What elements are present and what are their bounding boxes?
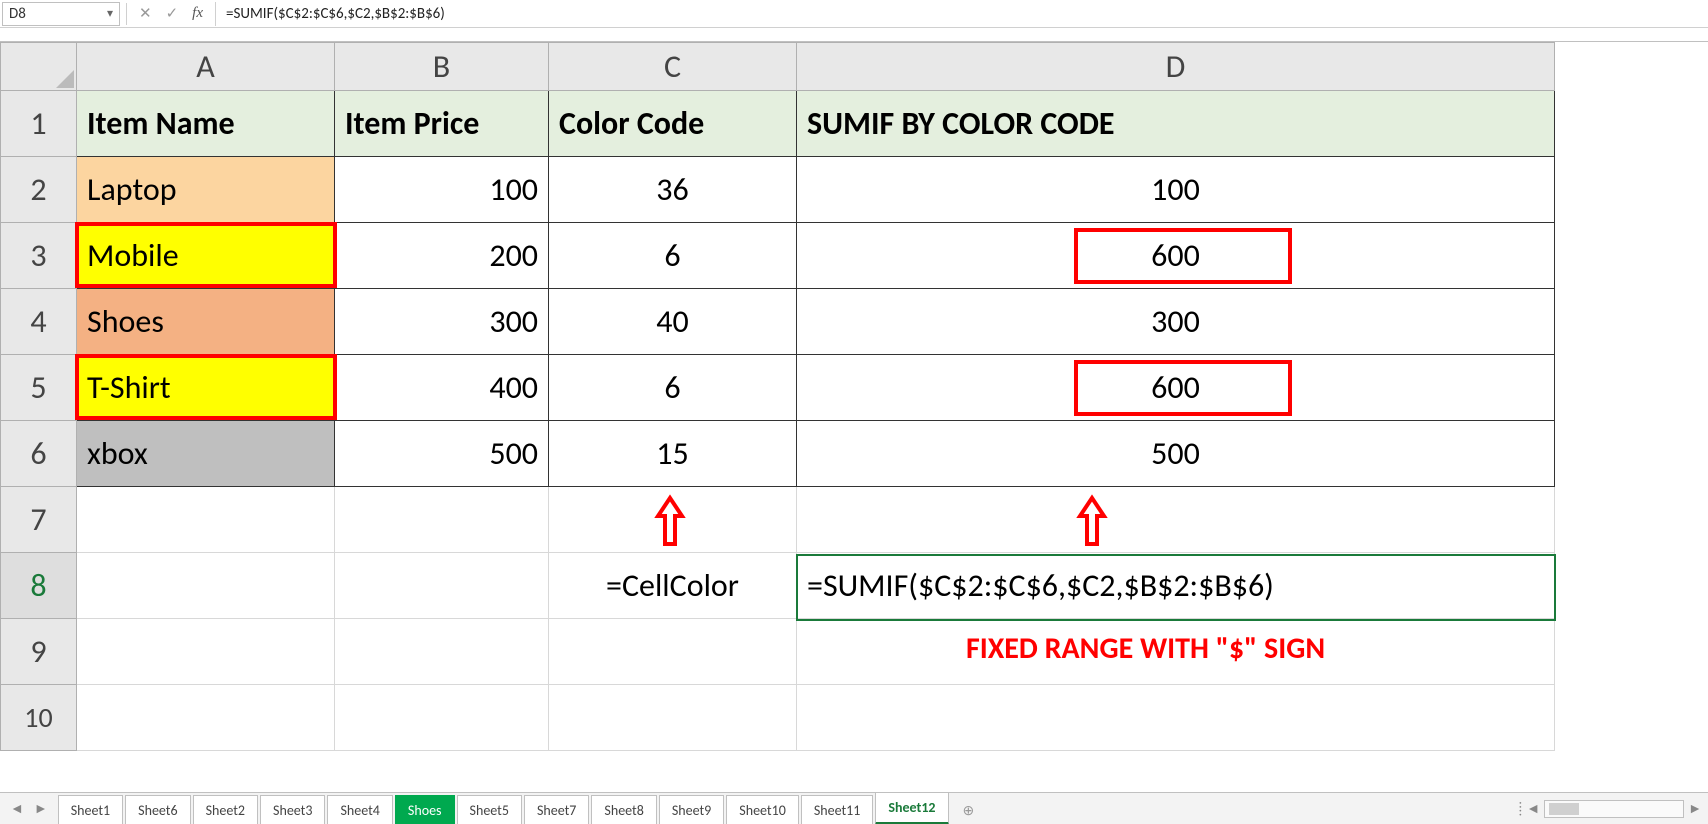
tab-next-icon[interactable]: ► [34, 800, 48, 817]
row-header-1[interactable]: 1 [1, 91, 77, 157]
sheet-tab-sheet11[interactable]: Sheet11 [801, 795, 874, 824]
tab-prev-icon[interactable]: ◄ [10, 800, 24, 817]
cell-c10[interactable] [549, 685, 797, 751]
sheet-tab-sheet8[interactable]: Sheet8 [591, 795, 656, 824]
cell-b2[interactable]: 100 [335, 157, 549, 223]
cell-d2[interactable]: 100 [797, 157, 1555, 223]
cell-b3[interactable]: 200 [335, 223, 549, 289]
cell-c3[interactable]: 6 [549, 223, 797, 289]
col-header-c[interactable]: C [549, 43, 797, 91]
cell-b10[interactable] [335, 685, 549, 751]
formula-bar-buttons: ✕ ✓ fx [133, 4, 209, 23]
cell-c4[interactable]: 40 [549, 289, 797, 355]
sheet-tab-sheet1[interactable]: Sheet1 [58, 795, 123, 824]
row-header-5[interactable]: 5 [1, 355, 77, 421]
sheet-tab-sheet4[interactable]: Sheet4 [327, 795, 392, 824]
cell-c1[interactable]: Color Code [549, 91, 797, 157]
chevron-down-icon[interactable]: ▾ [101, 6, 119, 21]
row-header-9[interactable]: 9 [1, 619, 77, 685]
cell-a5[interactable]: T-Shirt [77, 355, 335, 421]
cell-a1[interactable]: Item Name [77, 91, 335, 157]
cell-a4[interactable]: Shoes [77, 289, 335, 355]
cell-d1[interactable]: SUMIF BY COLOR CODE [797, 91, 1555, 157]
divider [126, 3, 127, 25]
name-box-value: D8 [3, 5, 101, 23]
cell-a3[interactable]: Mobile [77, 223, 335, 289]
cell-a9[interactable] [77, 619, 335, 685]
sheet-tab-sheet3[interactable]: Sheet3 [260, 795, 325, 824]
tab-scroll-area: ⁞ ◄ ► [1513, 793, 1708, 824]
fx-icon[interactable]: fx [192, 5, 203, 22]
sheet-tab-sheet12[interactable]: Sheet12 [875, 793, 948, 824]
cell-d6[interactable]: 500 [797, 421, 1555, 487]
name-box[interactable]: D8 ▾ [2, 2, 120, 26]
cell-d8[interactable]: =SUMIF($C$2:$C$6,$C2,$B$2:$B$6) [797, 553, 1555, 619]
cell-c6[interactable]: 15 [549, 421, 797, 487]
col-header-d[interactable]: D [797, 43, 1555, 91]
cell-c9[interactable] [549, 619, 797, 685]
cell-b5[interactable]: 400 [335, 355, 549, 421]
cell-b4[interactable]: 300 [335, 289, 549, 355]
cell-b6[interactable]: 500 [335, 421, 549, 487]
cell-c5[interactable]: 6 [549, 355, 797, 421]
cell-d10[interactable] [797, 685, 1555, 751]
enter-icon[interactable]: ✓ [166, 4, 179, 23]
formula-input[interactable]: =SUMIF($C$2:$C$6,$C2,$B$2:$B$6) [215, 2, 1708, 26]
arrow-up-icon [650, 494, 690, 550]
cell-a2[interactable]: Laptop [77, 157, 335, 223]
scroll-left-icon[interactable]: ◄ [1526, 800, 1540, 817]
row-header-7[interactable]: 7 [1, 487, 77, 553]
cell-a7[interactable] [77, 487, 335, 553]
cell-d3[interactable]: 600 [797, 223, 1555, 289]
spreadsheet-grid: A B C D 1 Item Name Item Price Color Cod… [0, 42, 1708, 751]
sheet-tab-sheet2[interactable]: Sheet2 [193, 795, 258, 824]
sheet-tab-sheet5[interactable]: Sheet5 [457, 795, 522, 824]
cell-b8[interactable] [335, 553, 549, 619]
cell-d5[interactable]: 600 [797, 355, 1555, 421]
cell-a8[interactable] [77, 553, 335, 619]
col-header-a[interactable]: A [77, 43, 335, 91]
cell-c2[interactable]: 36 [549, 157, 797, 223]
scroll-sep-icon: ⁞ [1519, 800, 1523, 817]
cell-a10[interactable] [77, 685, 335, 751]
sheet-tab-bar: ◄ ► Sheet1Sheet6Sheet2Sheet3Sheet4ShoesS… [0, 792, 1708, 824]
row-header-2[interactable]: 2 [1, 157, 77, 223]
scroll-right-icon[interactable]: ► [1688, 800, 1702, 817]
horizontal-scrollbar[interactable] [1544, 800, 1684, 818]
row-header-4[interactable]: 4 [1, 289, 77, 355]
row-header-10[interactable]: 10 [1, 685, 77, 751]
cell-a6[interactable]: xbox [77, 421, 335, 487]
select-all-corner[interactable] [1, 43, 77, 91]
row-header-6[interactable]: 6 [1, 421, 77, 487]
add-sheet-button[interactable]: ⊕ [951, 796, 987, 824]
tabs-container: Sheet1Sheet6Sheet2Sheet3Sheet4ShoesSheet… [58, 793, 1513, 824]
cell-b1[interactable]: Item Price [335, 91, 549, 157]
cancel-icon[interactable]: ✕ [139, 4, 152, 23]
col-header-b[interactable]: B [335, 43, 549, 91]
sheet-tab-sheet9[interactable]: Sheet9 [659, 795, 724, 824]
cell-b9[interactable] [335, 619, 549, 685]
cell-d7[interactable] [797, 487, 1555, 553]
sheet-tab-sheet7[interactable]: Sheet7 [524, 795, 589, 824]
cell-d4[interactable]: 300 [797, 289, 1555, 355]
cell-c8[interactable]: =CellColor [549, 553, 797, 619]
row-header-3[interactable]: 3 [1, 223, 77, 289]
sheet-tab-sheet10[interactable]: Sheet10 [726, 795, 799, 824]
spacer [0, 28, 1708, 42]
cell-b7[interactable] [335, 487, 549, 553]
sheet-tab-sheet6[interactable]: Sheet6 [125, 795, 190, 824]
row-header-8[interactable]: 8 [1, 553, 77, 619]
annotation-text: FIXED RANGE WITH "$" SIGN [966, 630, 1325, 667]
formula-bar: D8 ▾ ✕ ✓ fx =SUMIF($C$2:$C$6,$C2,$B$2:$B… [0, 0, 1708, 28]
sheet-tab-shoes[interactable]: Shoes [395, 795, 455, 824]
tab-nav-buttons: ◄ ► [0, 793, 58, 824]
arrow-up-icon [1072, 494, 1112, 550]
